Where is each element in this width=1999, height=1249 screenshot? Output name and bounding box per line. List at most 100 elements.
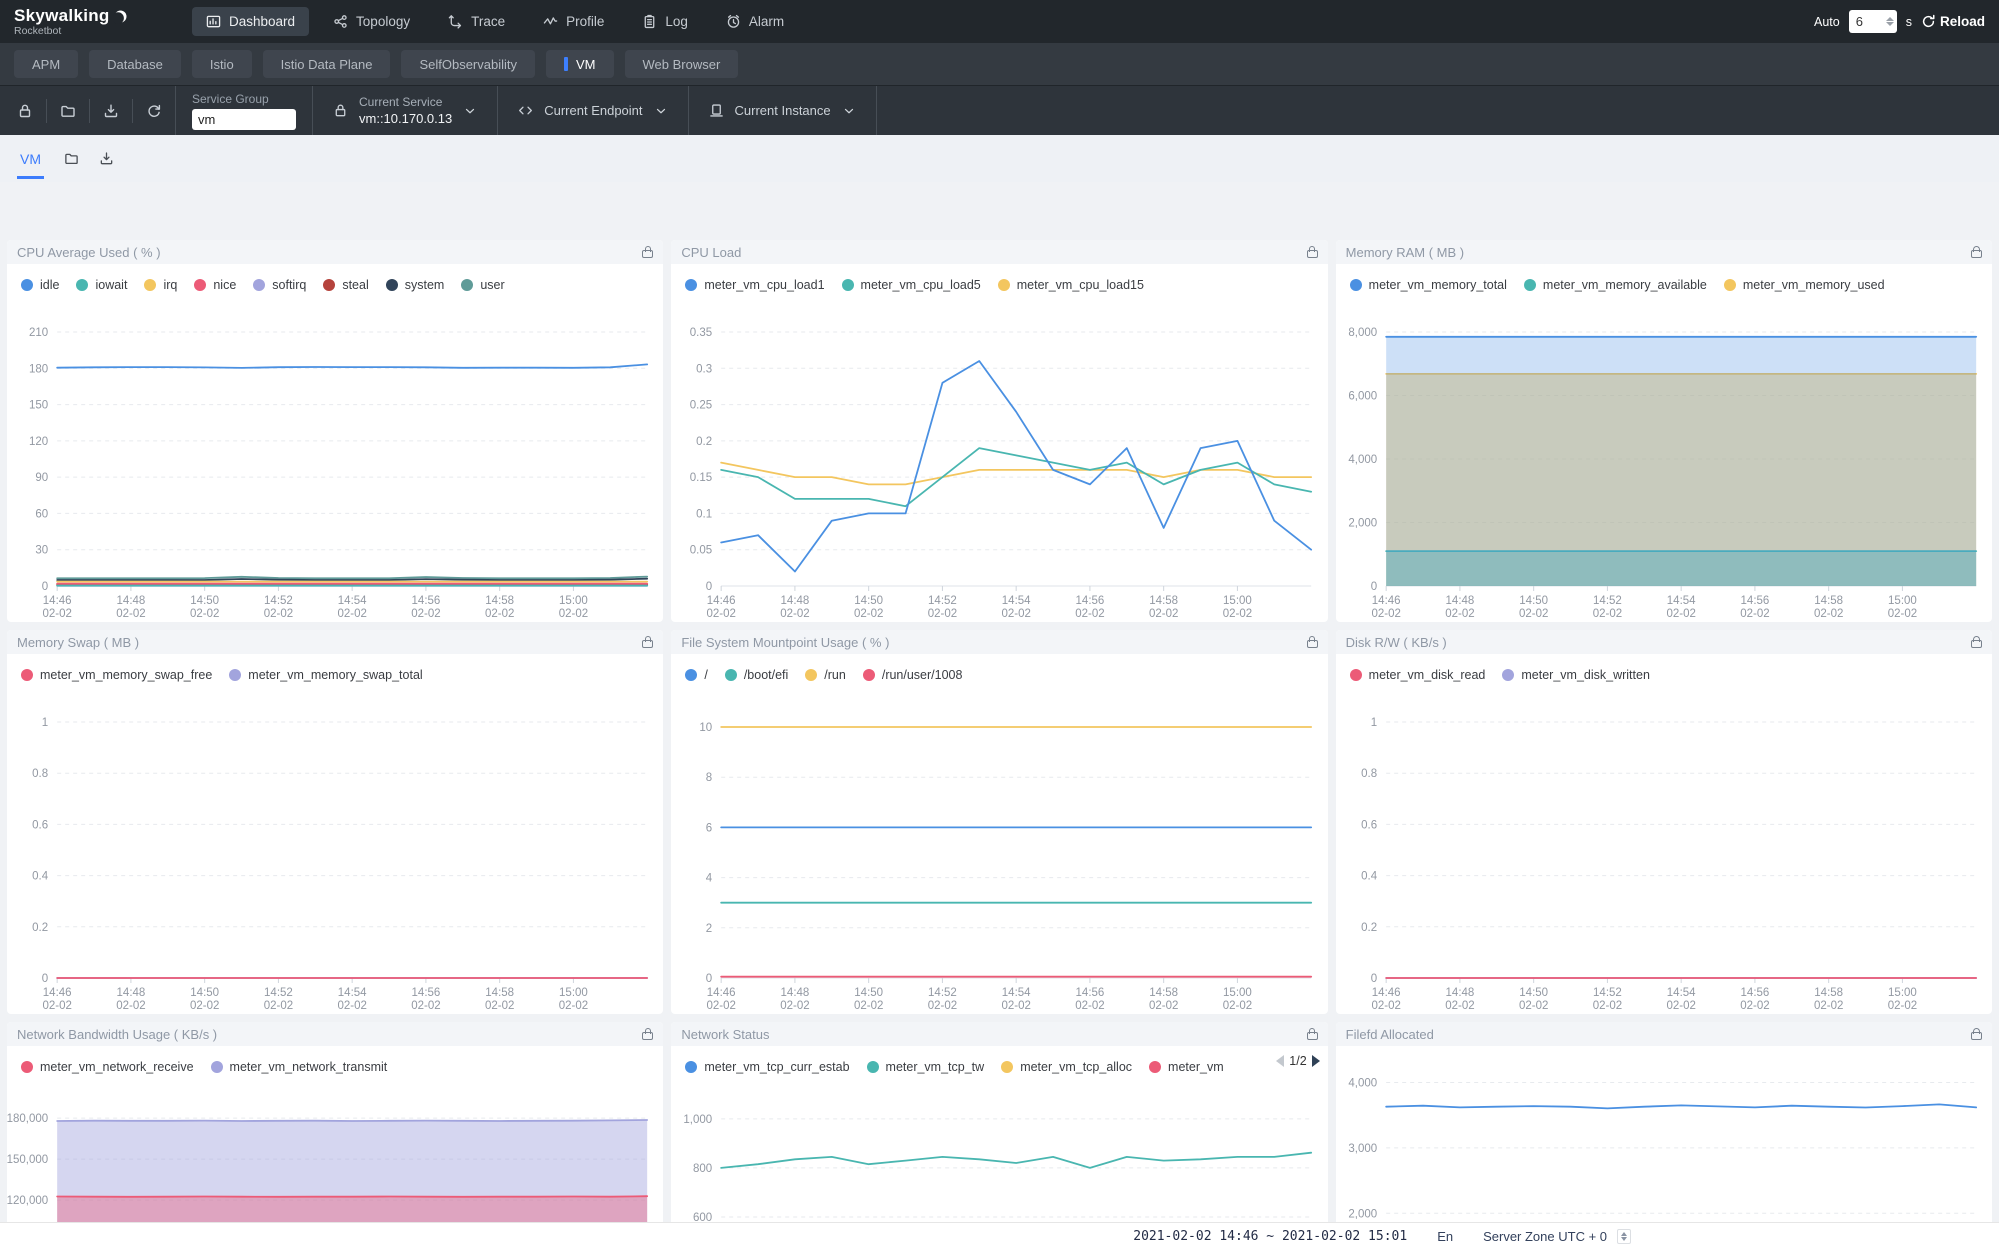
legend-item-meter-vm-cpu-load15[interactable]: meter_vm_cpu_load15 (998, 278, 1144, 292)
legend-dot (685, 279, 697, 291)
refresh-templates-button[interactable] (133, 86, 175, 135)
legend-item-meter-vm-cpu-load5[interactable]: meter_vm_cpu_load5 (842, 278, 981, 292)
dashboard-tab-istio[interactable]: Istio (192, 50, 252, 78)
legend-item-[interactable]: / (685, 668, 707, 682)
legend-item-idle[interactable]: idle (21, 278, 59, 292)
legend-prev-icon[interactable] (1276, 1055, 1284, 1067)
legend-item-steal[interactable]: steal (323, 278, 368, 292)
legend-dot (867, 1061, 879, 1073)
svg-text:14:48: 14:48 (117, 595, 146, 607)
language-selector[interactable]: En (1437, 1229, 1453, 1244)
svg-text:02-02: 02-02 (42, 608, 71, 620)
legend-item-irq[interactable]: irq (144, 278, 177, 292)
svg-text:14:58: 14:58 (1814, 987, 1843, 999)
dashboard-tab-istio-data-plane[interactable]: Istio Data Plane (263, 50, 391, 78)
tab-vm[interactable]: VM (17, 138, 44, 179)
legend-dot (998, 279, 1010, 291)
dashboard-tab-vm[interactable]: VM (546, 50, 614, 78)
nav-item-dashboard[interactable]: Dashboard (192, 7, 309, 36)
nav-item-topology[interactable]: Topology (319, 7, 424, 36)
time-range-picker[interactable]: 2021-02-02 14:46 ~ 2021-02-02 15:01 (1133, 1229, 1407, 1244)
legend-item-meter-vm-tcp-alloc[interactable]: meter_vm_tcp_alloc (1001, 1060, 1132, 1074)
chart-memory-ram[interactable]: 8,0006,0004,0002,000014:4602-0214:4802-0… (1336, 302, 1992, 622)
svg-text:14:48: 14:48 (781, 595, 810, 607)
svg-text:14:54: 14:54 (338, 595, 367, 607)
legend-item-meter-vm-network-receive[interactable]: meter_vm_network_receive (21, 1060, 194, 1074)
folder-icon[interactable] (64, 151, 79, 166)
alarm-icon (726, 14, 741, 29)
chart-file-system-mountpoint-usage[interactable]: 108642014:4602-0214:4802-0214:5002-0214:… (671, 692, 1327, 1014)
panel-lock-icon[interactable] (642, 1032, 653, 1040)
selector-current-service[interactable]: Current Servicevm::10.170.0.13 (313, 86, 498, 135)
nav-item-label: Topology (356, 14, 410, 29)
selector-current-endpoint[interactable]: Current Endpoint (498, 86, 688, 135)
panel-lock-icon[interactable] (1307, 1032, 1318, 1040)
panel-lock-icon[interactable] (1971, 640, 1982, 648)
lock-button[interactable] (4, 86, 46, 135)
reload-label: Reload (1940, 14, 1985, 29)
import-template-button[interactable] (47, 86, 89, 135)
chart-cpu-average-used[interactable]: 210180150120906030014:4602-0214:4802-021… (7, 302, 663, 622)
dashboard-tab-database[interactable]: Database (89, 50, 181, 78)
service-group-input[interactable] (192, 109, 296, 130)
svg-text:120: 120 (29, 436, 48, 448)
legend-item-meter-vm-network-transmit[interactable]: meter_vm_network_transmit (211, 1060, 388, 1074)
download-icon[interactable] (99, 151, 114, 166)
svg-text:02-02: 02-02 (411, 608, 440, 620)
dashboard-tab-selfobservability[interactable]: SelfObservability (401, 50, 535, 78)
legend-item-system[interactable]: system (386, 278, 445, 292)
nav-item-profile[interactable]: Profile (529, 7, 618, 36)
stepper-arrows-icon[interactable] (1886, 17, 1894, 26)
svg-text:14:50: 14:50 (1519, 595, 1548, 607)
legend-item-iowait[interactable]: iowait (76, 278, 127, 292)
panel-lock-icon[interactable] (642, 640, 653, 648)
panel-lock-icon[interactable] (1971, 1032, 1982, 1040)
legend-item-meter-vm-disk-written[interactable]: meter_vm_disk_written (1502, 668, 1650, 682)
logo-title: Skywalking (14, 6, 110, 26)
legend-item-meter-vm-memory-total[interactable]: meter_vm_memory_total (1350, 278, 1507, 292)
svg-text:02-02: 02-02 (781, 1000, 810, 1012)
legend-item-meter-vm-memory-swap-free[interactable]: meter_vm_memory_swap_free (21, 668, 212, 682)
legend-item-meter-vm-memory-used[interactable]: meter_vm_memory_used (1724, 278, 1885, 292)
export-template-button[interactable] (90, 86, 132, 135)
chart-disk-rw[interactable]: 10.80.60.40.2014:4602-0214:4802-0214:500… (1336, 692, 1992, 1014)
legend-item-softirq[interactable]: softirq (253, 278, 306, 292)
nav-item-log[interactable]: Log (628, 7, 702, 36)
svg-text:02-02: 02-02 (1519, 1000, 1548, 1012)
legend-item-user[interactable]: user (461, 278, 504, 292)
auto-interval-input[interactable] (1856, 14, 1878, 29)
legend-label: /run/user/1008 (882, 668, 963, 682)
dashboard-tab-apm[interactable]: APM (14, 50, 78, 78)
legend-next-icon[interactable] (1312, 1055, 1320, 1067)
legend-item-meter-vm[interactable]: meter_vm (1149, 1060, 1224, 1074)
panel-lock-icon[interactable] (642, 250, 653, 258)
selector-current-instance[interactable]: Current Instance (689, 86, 877, 135)
auto-interval-stepper[interactable] (1849, 10, 1897, 33)
legend-item-meter-vm-memory-available[interactable]: meter_vm_memory_available (1524, 278, 1707, 292)
reload-button[interactable]: Reload (1921, 14, 1985, 29)
panel-lock-icon[interactable] (1971, 250, 1982, 258)
dashboard-tab-web-browser[interactable]: Web Browser (625, 50, 739, 78)
chart-filefd-allocated[interactable]: 4,0003,0002,0001,000014:4602-0214:4802-0… (1336, 1046, 1992, 1249)
legend-item-run[interactable]: /run (805, 668, 846, 682)
panel-header: File System Mountpoint Usage ( % ) (671, 630, 1327, 654)
dashboard-icon (206, 14, 221, 29)
panel-lock-icon[interactable] (1307, 640, 1318, 648)
chart-memory-swap[interactable]: 10.80.60.40.2014:4602-0214:4802-0214:500… (7, 692, 663, 1014)
logo[interactable]: Skywalking Rocketbot (14, 6, 132, 37)
legend-item-meter-vm-memory-swap-total[interactable]: meter_vm_memory_swap_total (229, 668, 422, 682)
legend-item-meter-vm-cpu-load1[interactable]: meter_vm_cpu_load1 (685, 278, 824, 292)
chart-legend: meter_vm_memory_swap_free meter_vm_memory… (7, 654, 663, 692)
zone-stepper-icon[interactable] (1617, 1229, 1631, 1244)
legend-item-meter-vm-tcp-tw[interactable]: meter_vm_tcp_tw (867, 1060, 985, 1074)
nav-item-trace[interactable]: Trace (434, 7, 519, 36)
panel-lock-icon[interactable] (1307, 250, 1318, 258)
nav-item-alarm[interactable]: Alarm (712, 7, 798, 36)
panel-title: Network Bandwidth Usage ( KB/s ) (17, 1027, 642, 1042)
legend-item-meter-vm-tcp-curr-estab[interactable]: meter_vm_tcp_curr_estab (685, 1060, 849, 1074)
legend-item-meter-vm-disk-read[interactable]: meter_vm_disk_read (1350, 668, 1486, 682)
legend-item-nice[interactable]: nice (194, 278, 236, 292)
chart-cpu-load[interactable]: 0.350.30.250.20.150.10.05014:4602-0214:4… (671, 302, 1327, 622)
legend-item-run-user-1008[interactable]: /run/user/1008 (863, 668, 963, 682)
legend-item-boot-efi[interactable]: /boot/efi (725, 668, 788, 682)
